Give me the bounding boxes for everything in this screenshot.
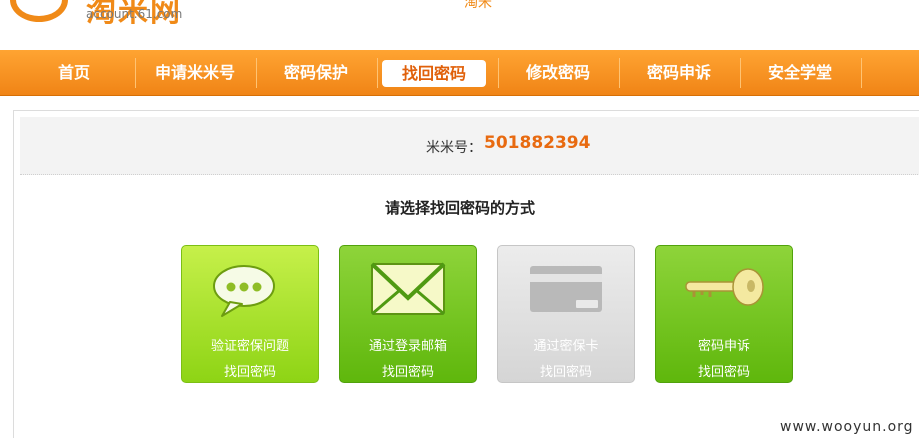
main-nav: 首页 申请米米号 密码保护 找回密码 修改密码 密码申诉 安全学堂 [0, 50, 919, 96]
option-subtitle: 找回密码 [223, 365, 276, 380]
page-heading: 请选择找回密码的方式 [384, 199, 535, 217]
option-subtitle: 找回密码 [539, 365, 592, 380]
card-icon [530, 266, 602, 312]
content-panel: 米米号： 501882394 请选择找回密码的方式 验证密保问题 找回密码 通过… [13, 110, 919, 438]
account-number: 501882394 [484, 133, 591, 153]
nav-item-recover-label: 找回密码 [382, 60, 486, 87]
option-security-card[interactable]: 通过密保卡 找回密码 [497, 245, 635, 383]
account-label: 米米号： [426, 140, 482, 156]
header-decoration: 淘米 [464, 0, 492, 11]
envelope-icon [370, 262, 446, 316]
option-title: 验证密保问题 [210, 339, 289, 354]
logo-domain: account.61.com [86, 7, 183, 21]
watermark: www.wooyun.org [780, 419, 914, 435]
option-appeal[interactable]: 密码申诉 找回密码 [655, 245, 793, 383]
option-title: 通过登录邮箱 [368, 339, 447, 354]
chat-bubble-icon [213, 265, 275, 317]
option-security-question[interactable]: 验证密保问题 找回密码 [181, 245, 319, 383]
option-email[interactable]: 通过登录邮箱 找回密码 [339, 245, 477, 383]
nav-item-recover[interactable]: 找回密码 [380, 50, 488, 96]
nav-item-school[interactable]: 安全学堂 [741, 50, 859, 96]
nav-item-protect[interactable]: 密码保护 [257, 50, 375, 96]
logo-icon[interactable] [10, 0, 68, 22]
nav-item-change[interactable]: 修改密码 [499, 50, 617, 96]
nav-item-apply[interactable]: 申请米米号 [136, 50, 254, 96]
key-icon [685, 268, 764, 306]
nav-item-appeal[interactable]: 密码申诉 [620, 50, 738, 96]
account-bar: 米米号： 501882394 [20, 117, 919, 175]
nav-item-home[interactable]: 首页 [15, 50, 133, 96]
site-header: 淘米网 account.61.com 淘米 [0, 0, 919, 50]
option-title: 密码申诉 [697, 339, 750, 354]
option-subtitle: 找回密码 [381, 365, 434, 380]
nav-separator [861, 58, 862, 88]
nav-separator [377, 58, 378, 88]
option-title: 通过密保卡 [533, 339, 599, 354]
option-subtitle: 找回密码 [697, 365, 750, 380]
